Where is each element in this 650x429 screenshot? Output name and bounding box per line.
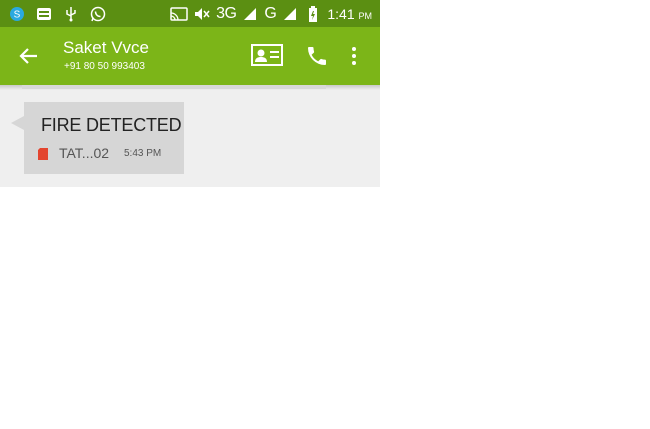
status-bar: S 3G G 1:41 PM <box>0 0 380 27</box>
skype-icon: S <box>8 5 26 23</box>
notification-icon <box>35 5 53 23</box>
svg-text:S: S <box>14 9 21 20</box>
sim-card-icon <box>38 147 48 160</box>
status-clock: 1:41 PM <box>327 6 372 22</box>
call-button[interactable] <box>302 41 332 71</box>
message-text: FIRE DETECTED <box>41 115 182 135</box>
more-options-button[interactable] <box>344 41 364 71</box>
contact-number: +91 80 50 993403 <box>64 61 145 72</box>
bubble-tail <box>11 116 24 130</box>
network-type-label: 3G <box>216 4 237 22</box>
sim-label: TAT...02 <box>59 145 110 161</box>
signal-icon <box>241 5 259 23</box>
message-time: 5:43 PM <box>124 148 162 159</box>
clock-time: 1:41 <box>327 5 355 22</box>
clock-suffix: PM <box>358 10 373 21</box>
more-vert-icon <box>352 47 356 65</box>
messaging-app: S 3G G 1:41 PM Saket Vvce +91 80 50 9934… <box>0 0 380 187</box>
status-bar-left: S <box>0 5 107 23</box>
contact-card-button[interactable] <box>250 42 284 68</box>
network-type-2-label: G <box>264 4 277 22</box>
usb-icon <box>62 5 80 23</box>
status-bar-right: 3G G 1:41 PM <box>170 5 380 23</box>
header-divider <box>22 85 326 89</box>
mute-icon <box>193 5 211 23</box>
whatsapp-icon <box>89 5 107 23</box>
signal-icon <box>281 5 299 23</box>
app-bar: Saket Vvce +91 80 50 993403 <box>0 27 380 85</box>
battery-icon <box>304 5 322 23</box>
back-arrow-icon <box>19 48 37 64</box>
back-button[interactable] <box>14 41 44 71</box>
contact-card-icon <box>251 44 283 66</box>
phone-icon <box>308 47 326 65</box>
message-bubble[interactable]: FIRE DETECTED TAT...02 5:43 PM <box>24 102 184 174</box>
cast-icon <box>170 5 188 23</box>
contact-name: Saket Vvce <box>63 38 149 57</box>
